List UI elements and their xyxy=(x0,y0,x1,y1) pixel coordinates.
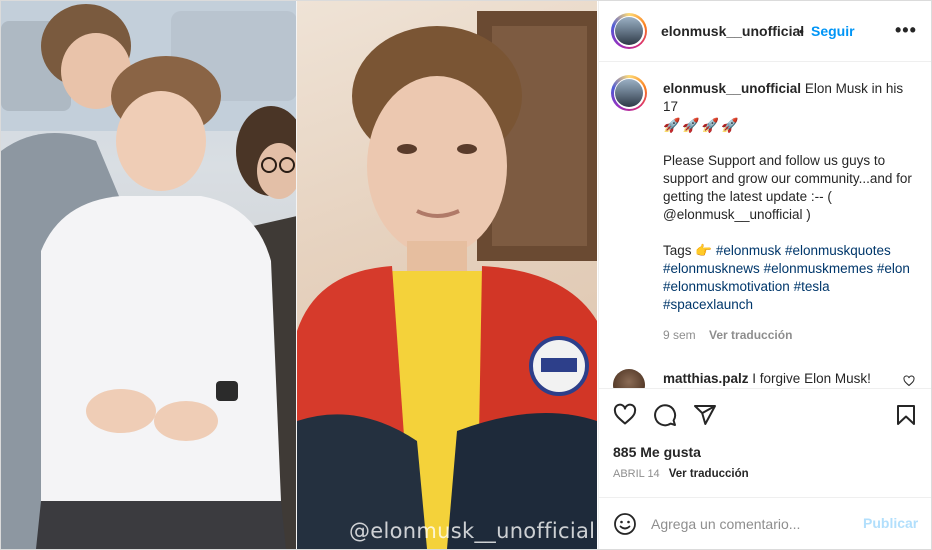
comment-username[interactable]: matthias.palz xyxy=(663,371,749,386)
header-username[interactable]: elonmusk__unofficial xyxy=(661,23,804,39)
post-date-row: ABRIL 14 Ver traducción xyxy=(613,468,749,480)
hashtag[interactable]: #elonmusknews xyxy=(663,261,760,276)
header-separator: • xyxy=(799,23,804,39)
caption-username[interactable]: elonmusk__unofficial xyxy=(663,81,801,96)
share-icon[interactable] xyxy=(693,403,717,427)
header-avatar-image xyxy=(615,17,643,45)
header-avatar[interactable] xyxy=(611,13,647,49)
header-avatar-border xyxy=(613,15,645,47)
comment-text: matthias.palz I forgive Elon Musk! xyxy=(663,371,871,386)
hashtag[interactable]: #tesla xyxy=(794,279,830,294)
caption-paragraph: Please Support and follow us guys to sup… xyxy=(663,153,912,222)
post-photo[interactable]: @elonmusk__unofficial xyxy=(1,1,597,549)
more-options-icon[interactable]: ••• xyxy=(895,20,917,41)
caption-text: elonmusk__unofficial Elon Musk in his 17… xyxy=(663,80,913,314)
caption-area: elonmusk__unofficial Elon Musk in his 17… xyxy=(599,63,931,388)
post-date[interactable]: ABRIL 14 xyxy=(613,468,660,480)
caption-avatar-border xyxy=(613,77,645,109)
emoji-icon[interactable] xyxy=(613,512,637,536)
hashtag[interactable]: #elonmuskmemes xyxy=(764,261,874,276)
photo-right-panel xyxy=(297,1,597,549)
save-bookmark-icon[interactable] xyxy=(894,403,918,427)
comment-body: I forgive Elon Musk! xyxy=(752,371,871,386)
hashtag[interactable]: #elonmuskquotes xyxy=(785,243,891,258)
post-header: elonmusk__unofficial • Seguir ••• xyxy=(599,1,931,62)
comment-item: matthias.palz I forgive Elon Musk! xyxy=(613,367,923,388)
caption-meta: 9 sem Ver traducción xyxy=(663,328,792,342)
post-translate-link[interactable]: Ver traducción xyxy=(669,468,749,480)
like-icon[interactable] xyxy=(613,403,637,427)
add-comment-bar: Publicar xyxy=(599,497,931,549)
hashtag[interactable]: #elonmusk xyxy=(716,243,781,258)
caption-translate-link[interactable]: Ver traducción xyxy=(709,328,792,342)
caption-avatar[interactable] xyxy=(611,75,647,111)
hashtag[interactable]: #elon xyxy=(877,261,910,276)
likes-count[interactable]: 885 Me gusta xyxy=(613,444,701,460)
caption-rockets: 🚀🚀🚀🚀 xyxy=(663,117,741,133)
post-side-panel: elonmusk__unofficial • Seguir ••• elonmu… xyxy=(598,1,931,549)
photo-watermark: @elonmusk__unofficial xyxy=(349,519,596,543)
comment-input[interactable] xyxy=(651,512,851,536)
caption-avatar-image xyxy=(615,79,643,107)
hashtag[interactable]: #spacexlaunch xyxy=(663,297,753,312)
post-frame: @elonmusk__unofficial elonmusk__unoffici… xyxy=(0,0,932,550)
caption-tags: Tags 👉 #elonmusk #elonmuskquotes #elonmu… xyxy=(663,242,913,314)
publish-comment-button[interactable]: Publicar xyxy=(863,515,918,531)
comment-avatar[interactable] xyxy=(613,369,645,388)
photo-left-panel xyxy=(1,1,297,549)
photo-right-illustration xyxy=(297,11,597,549)
post-actions xyxy=(599,388,931,438)
caption-time-ago[interactable]: 9 sem xyxy=(663,328,696,342)
follow-button[interactable]: Seguir xyxy=(811,23,855,39)
pointing-hand-icon: 👉 xyxy=(695,243,713,258)
hashtag[interactable]: #elonmuskmotivation xyxy=(663,279,790,294)
tags-label: Tags xyxy=(663,243,692,258)
comment-like-icon[interactable] xyxy=(903,375,915,387)
comment-icon[interactable] xyxy=(653,403,677,427)
photo-left-illustration xyxy=(1,1,297,549)
